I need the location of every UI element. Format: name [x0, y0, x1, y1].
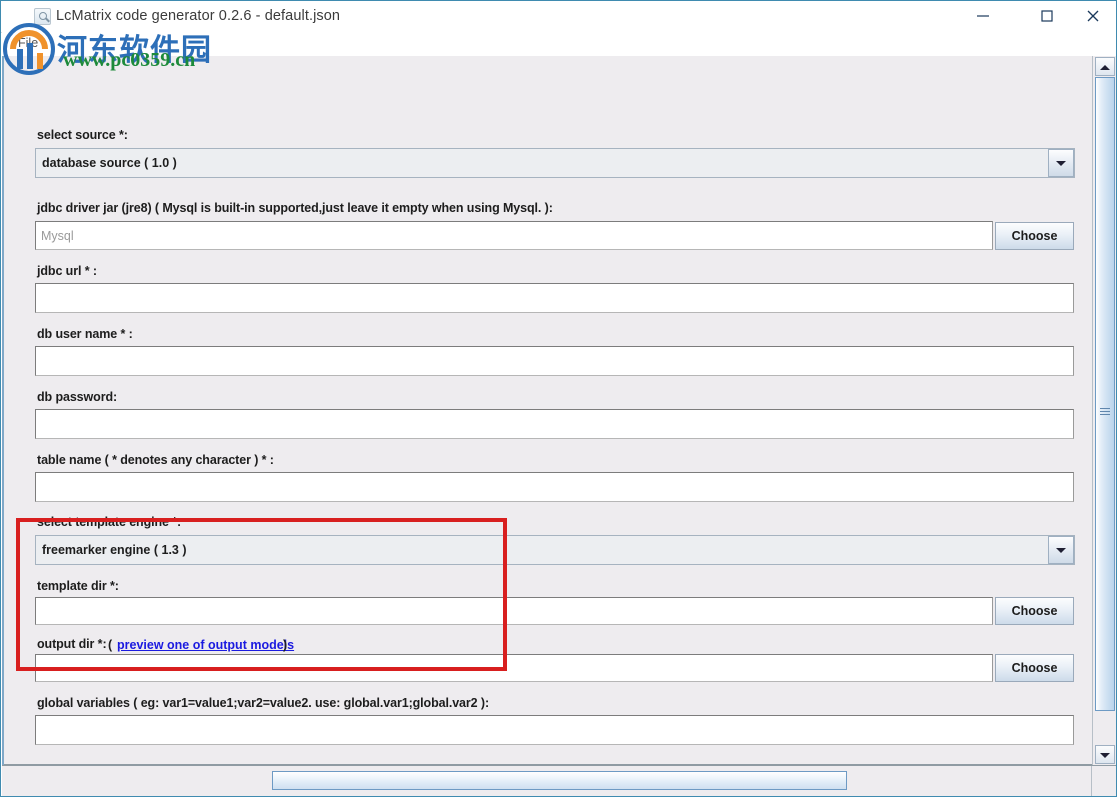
form-panel: select source *: database source ( 1.0 )… [4, 56, 1094, 765]
menu-bar: File [2, 32, 1116, 57]
triangle-up-icon [1100, 64, 1110, 70]
jdbc-driver-jar-input[interactable] [35, 221, 993, 250]
output-dir-link-close-paren: ) [283, 638, 288, 652]
template-dir-choose-button[interactable]: Choose [995, 597, 1074, 625]
label-template-dir: template dir *: [37, 579, 119, 593]
app-icon [34, 8, 51, 25]
jdbc-url-input[interactable] [35, 283, 1074, 313]
scrollbar-grip-icon [1100, 408, 1110, 415]
select-template-engine-combobox[interactable]: freemarker engine ( 1.3 ) [35, 535, 1075, 565]
preview-output-models-link[interactable]: preview one of output models [117, 638, 294, 652]
scroll-up-button[interactable] [1095, 57, 1115, 76]
label-db-user-name: db user name * : [37, 327, 133, 341]
maximize-icon [1041, 10, 1053, 22]
content-area: select source *: database source ( 1.0 )… [2, 56, 1116, 765]
label-output-dir: output dir *: [37, 637, 107, 651]
close-icon [1087, 10, 1099, 22]
db-user-name-input[interactable] [35, 346, 1074, 376]
minimize-button[interactable] [960, 1, 1006, 31]
horizontal-scrollbar-thumb[interactable] [272, 771, 847, 790]
horizontal-scrollbar[interactable] [2, 769, 1092, 792]
menu-item-file[interactable]: File [12, 35, 44, 51]
jdbc-driver-jar-choose-button[interactable]: Choose [995, 222, 1074, 250]
label-table-name: table name ( * denotes any character ) *… [37, 453, 274, 467]
footer-bar [2, 765, 1116, 796]
footer-divider [1091, 766, 1092, 796]
application-window: LcMatrix code generator 0.2.6 - default.… [0, 0, 1117, 797]
close-button[interactable] [1070, 1, 1116, 31]
label-jdbc-url: jdbc url * : [37, 264, 97, 278]
window-title: LcMatrix code generator 0.2.6 - default.… [56, 8, 341, 24]
scroll-down-button[interactable] [1095, 745, 1115, 764]
label-db-password: db password: [37, 390, 118, 404]
global-variables-input[interactable] [35, 715, 1074, 745]
output-dir-choose-button[interactable]: Choose [995, 654, 1074, 682]
label-select-template-engine: select template engine *: [37, 515, 182, 529]
select-template-engine-value: freemarker engine ( 1.3 ) [42, 543, 187, 557]
label-global-variables: global variables ( eg: var1=value1;var2=… [37, 696, 490, 710]
triangle-down-icon [1100, 752, 1110, 758]
label-select-source: select source *: [37, 128, 128, 142]
minimize-icon [977, 15, 989, 17]
table-name-input[interactable] [35, 472, 1074, 502]
maximize-button[interactable] [1024, 1, 1070, 31]
vertical-scrollbar[interactable] [1092, 56, 1116, 765]
template-dir-input[interactable] [35, 597, 993, 625]
output-dir-input[interactable] [35, 654, 993, 682]
title-bar: LcMatrix code generator 0.2.6 - default.… [1, 1, 1116, 33]
chevron-down-icon[interactable] [1048, 536, 1074, 564]
output-dir-link-open-paren: ( [108, 638, 113, 652]
db-password-input[interactable] [35, 409, 1074, 439]
select-source-value: database source ( 1.0 ) [42, 156, 177, 170]
label-jdbc-driver-jar: jdbc driver jar (jre8) ( Mysql is built-… [37, 201, 553, 215]
chevron-down-icon[interactable] [1048, 149, 1074, 177]
select-source-combobox[interactable]: database source ( 1.0 ) [35, 148, 1075, 178]
vertical-scrollbar-thumb[interactable] [1095, 77, 1115, 711]
